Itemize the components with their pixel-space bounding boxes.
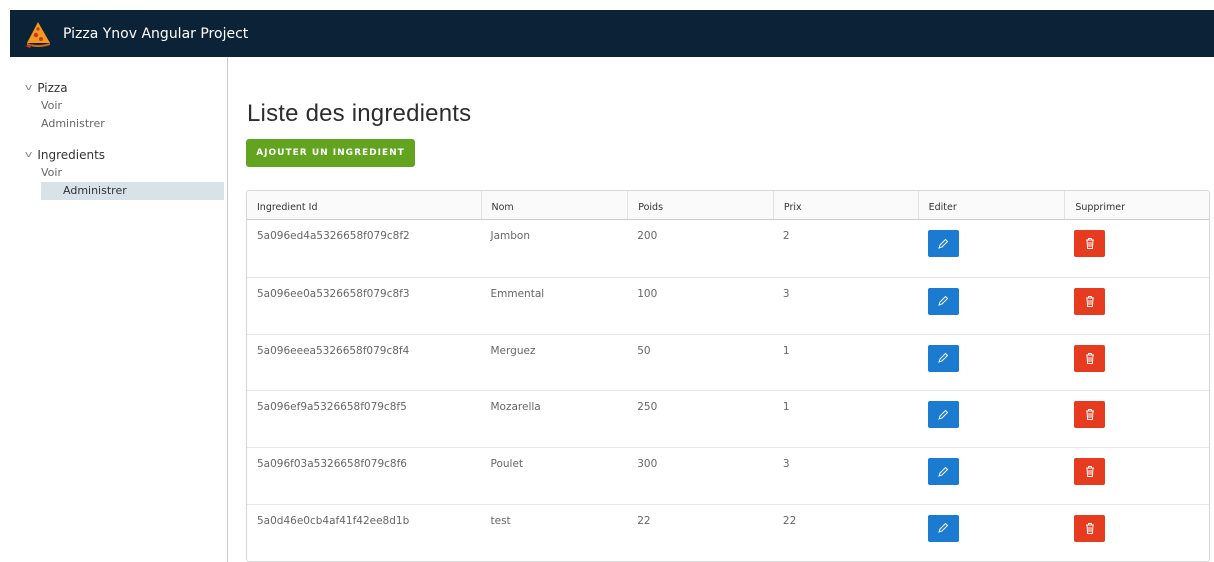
delete-button[interactable] [1074, 344, 1106, 372]
cell-prix: 1 [782, 401, 790, 414]
sidebar-item-ingredients-administrer[interactable]: Administrer [41, 182, 224, 200]
pizza-icon[interactable] [23, 19, 53, 49]
cell-supprimer [1064, 391, 1209, 447]
delete-button[interactable] [1074, 230, 1106, 257]
cell-supprimer [1064, 335, 1209, 391]
delete-button[interactable] [1074, 401, 1106, 429]
cell-ingredient-id: 5a096ed4a5326658f079c8f2 [257, 230, 410, 242]
sidebar-item-ingredients-voir[interactable]: Voir [10, 164, 227, 182]
table-row: 5a096eeea5326658f079c8f4 Merguez 50 1 [247, 333, 1209, 391]
edit-button[interactable] [927, 514, 959, 542]
nav-group-toggle-ingredients[interactable]: v Ingredients [10, 146, 227, 164]
column-header-supprimer: Supprimer [1064, 191, 1209, 219]
trash-icon [1085, 522, 1094, 534]
trash-icon [1085, 466, 1094, 478]
pencil-icon [938, 352, 949, 363]
trash-icon [1085, 352, 1094, 364]
app-header: Pizza Ynov Angular Project [10, 10, 1214, 57]
cell-nom: Emmental [490, 287, 545, 300]
cell-ingredient-id: 5a0d46e0cb4af41f42ee8d1b [257, 514, 410, 527]
cell-poids: 50 [637, 344, 651, 357]
delete-button[interactable] [1074, 287, 1106, 315]
edit-button[interactable] [927, 458, 959, 486]
pencil-icon [938, 238, 949, 249]
nav-group-toggle-pizza[interactable]: v Pizza [10, 79, 227, 97]
nav-group-ingredients: v Ingredients Voir Administrer [10, 146, 227, 200]
nav-group-label: Ingredients [37, 148, 106, 162]
nav-group-label: Pizza [37, 81, 68, 95]
cell-prix: 3 [782, 458, 790, 471]
cell-editer [918, 505, 1065, 561]
cell-prix: 1 [782, 344, 790, 357]
sidebar: v Pizza Voir Administrer v Ingredients V… [10, 57, 228, 562]
chevron-down-icon: v [24, 150, 33, 160]
cell-poids: 22 [637, 514, 651, 527]
table-row: 5a096ef9a5326658f079c8f5 Mozarella 250 1 [247, 390, 1209, 447]
cell-supprimer [1064, 220, 1209, 277]
app-title[interactable]: Pizza Ynov Angular Project [63, 26, 248, 42]
page-title: Liste des ingredients [247, 100, 472, 127]
edit-button[interactable] [927, 230, 959, 257]
cell-editer [918, 335, 1065, 391]
cell-poids: 200 [637, 230, 658, 242]
edit-button[interactable] [927, 344, 959, 372]
cell-nom: test [490, 514, 511, 527]
column-header-poids[interactable]: Poids [627, 191, 773, 219]
pencil-icon [938, 409, 949, 420]
trash-icon [1085, 238, 1094, 249]
column-header-prix[interactable]: Prix [772, 191, 918, 219]
nav-group-pizza: v Pizza Voir Administrer [10, 79, 227, 133]
cell-nom: Merguez [490, 344, 536, 357]
cell-editer [918, 391, 1065, 447]
table-body: 5a096ed4a5326658f079c8f2 Jambon 200 2 5a… [247, 220, 1209, 561]
cell-poids: 100 [637, 287, 658, 300]
cell-ingredient-id: 5a096ee0a5326658f079c8f3 [257, 287, 410, 300]
cell-nom: Poulet [490, 458, 524, 471]
table-row: 5a096f03a5326658f079c8f6 Poulet 300 3 [247, 447, 1209, 504]
table-row: 5a096ee0a5326658f079c8f3 Emmental 100 3 [247, 276, 1209, 334]
cell-editer [918, 448, 1065, 504]
table-header: Ingredient Id Nom Poids Prix Editer Supp… [247, 191, 1209, 220]
cell-ingredient-id: 5a096eeea5326658f079c8f4 [257, 344, 410, 357]
cell-prix: 3 [782, 287, 790, 300]
cell-editer [918, 220, 1065, 277]
table-row: 5a096ed4a5326658f079c8f2 Jambon 200 2 [247, 220, 1209, 277]
ingredients-table: Ingredient Id Nom Poids Prix Editer Supp… [246, 190, 1210, 562]
cell-editer [918, 278, 1065, 334]
cell-poids: 250 [637, 401, 658, 414]
pencil-icon [938, 466, 949, 477]
cell-supprimer [1064, 278, 1209, 334]
cell-prix: 22 [782, 514, 797, 527]
sidebar-item-pizza-administrer[interactable]: Administrer [10, 115, 227, 133]
cell-poids: 300 [637, 458, 658, 471]
table-row: 5a0d46e0cb4af41f42ee8d1b test 22 22 [247, 503, 1209, 561]
column-header-id[interactable]: Ingredient Id [247, 191, 481, 219]
pencil-icon [938, 523, 949, 534]
cell-supprimer [1064, 505, 1209, 561]
sidebar-item-pizza-voir[interactable]: Voir [10, 97, 227, 115]
cell-ingredient-id: 5a096f03a5326658f079c8f6 [257, 458, 407, 471]
cell-prix: 2 [782, 230, 790, 242]
cell-ingredient-id: 5a096ef9a5326658f079c8f5 [257, 401, 407, 414]
trash-icon [1085, 409, 1094, 421]
cell-nom: Jambon [490, 230, 531, 242]
edit-button[interactable] [927, 287, 959, 315]
delete-button[interactable] [1074, 514, 1106, 542]
add-ingredient-button[interactable]: AJOUTER UN INGREDIENT [246, 139, 415, 167]
chevron-down-icon: v [24, 83, 33, 93]
column-header-nom[interactable]: Nom [480, 191, 628, 219]
cell-supprimer [1064, 448, 1209, 504]
edit-button[interactable] [927, 401, 959, 429]
trash-icon [1085, 295, 1094, 307]
column-header-editer: Editer [917, 191, 1065, 219]
delete-button[interactable] [1074, 458, 1106, 486]
cell-nom: Mozarella [490, 401, 541, 414]
pencil-icon [938, 296, 949, 307]
